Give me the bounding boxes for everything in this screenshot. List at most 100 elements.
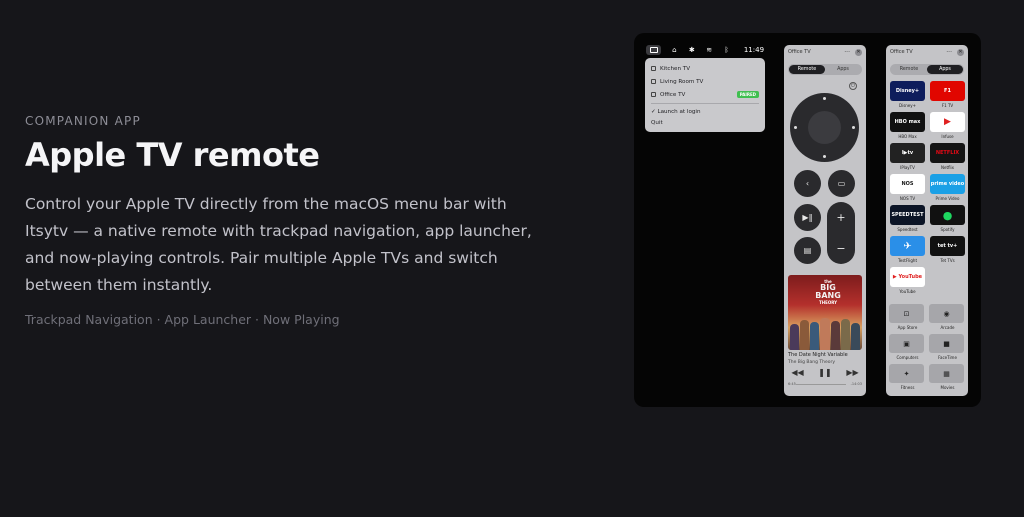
now-playing-title: The Date Night Variable [788,352,848,358]
app-label: Tet TVs [940,258,955,263]
dpad-right-icon [852,126,855,129]
pause-icon[interactable]: ❚❚ [818,368,831,377]
menubar-clock: 11:49 [743,46,765,54]
playback-controls: ◀◀ ❚❚ ▶▶ [784,368,866,377]
now-playing-subtitle: The Big Bang Theory [788,360,836,365]
app-tile-speedtest[interactable]: SPEEDTEST Speedtest [889,205,926,232]
tv-icon [651,92,656,97]
close-icon[interactable]: ✕ [855,48,862,56]
volume-down-button[interactable]: − [836,242,845,255]
app-tile-iplaytv[interactable]: I▶tv IPlayTV [889,143,926,170]
app-tile-prime-video[interactable]: prime video Prime Video [929,174,966,201]
more-icon[interactable]: ··· [844,49,850,56]
tab-apps[interactable]: Apps [825,65,861,74]
description: Control your Apple TV directly from the … [25,195,532,294]
youtube-logo: ▶ YouTube [890,267,925,287]
power-icon[interactable]: ⏻ [849,82,857,90]
device-label: Living Room TV [660,78,704,85]
app-tile-disney-[interactable]: Disney+ Disney+ [889,81,926,108]
close-icon[interactable]: ✕ [957,48,964,56]
volume-rocker: + − [827,202,855,264]
device-item-kitchen[interactable]: Kitchen TV [651,62,759,75]
rewind-icon[interactable]: ◀◀ [791,368,803,377]
app-label: FaceTime [938,355,957,360]
launch-at-login-item[interactable]: ✓ Launch at login [651,106,759,117]
device-label: Office TV [660,91,686,98]
tv-icon [651,66,656,71]
playback-times: 6:45 -14:03 [788,382,862,386]
tv-icon[interactable] [646,45,662,55]
app-label: Netflix [940,165,955,170]
system-app-app-store[interactable]: ⊡ App Store [889,304,926,330]
gamepad-icon: ◉ [929,304,964,323]
app-tile-tet-tvs[interactable]: tet tv+ Tet TVs [929,236,966,263]
menu-divider [651,103,759,104]
iplaytv-logo: I▶tv [890,143,925,163]
trackpad[interactable] [790,93,859,162]
app-tile-netflix[interactable]: NETFLIX Netflix [929,143,966,170]
macos-menubar: ⌂ ✱ ≋ ᛒ 11:49 [646,44,764,56]
device-item-office[interactable]: Office TV PAIRED [651,88,759,101]
system-app-movies[interactable]: ▦ Movies [929,364,966,390]
now-playing-artwork: the BIG BANG THEORY [788,275,862,350]
keyboard-button[interactable]: ▤ [794,237,821,264]
panel-title: Office TV [788,49,811,55]
app-tile-youtube[interactable]: ▶ YouTube YouTube [889,267,926,294]
bluetooth-icon[interactable]: ᛒ [722,46,730,55]
cast-photo [790,316,860,350]
app-label: Speedtest [897,227,918,232]
hbo-max-logo: HBO max [890,112,925,132]
system-app-fitness[interactable]: ✦ Fitness [889,364,926,390]
device-item-living-room[interactable]: Living Room TV [651,75,759,88]
app-label: IPlayTV [900,165,915,170]
app-label: HBO Max [898,134,917,139]
infuse-logo: ▶ [930,112,965,132]
app-label: NOS TV [899,196,916,201]
tab-remote[interactable]: Remote [789,65,825,74]
back-button[interactable]: ‹ [794,170,821,197]
trackpad-select[interactable] [808,111,841,144]
film-icon: ▦ [929,364,964,383]
app-label: Movies [940,385,955,390]
play-pause-button[interactable]: ▶‖ [794,204,821,231]
tab-remote[interactable]: Remote [891,65,927,74]
system-app-computers[interactable]: ▣ Computers [889,334,926,360]
feature-list: Trackpad Navigation · App Launcher · Now… [25,312,340,327]
volume-up-button[interactable]: + [836,211,845,224]
show-logo: the BIG BANG THEORY [815,279,841,305]
tab-apps[interactable]: Apps [927,65,963,74]
app-label: App Store [897,325,918,330]
speedtest-logo: SPEEDTEST [890,205,925,225]
tet-tvs-logo: tet tv+ [930,236,965,256]
quit-item[interactable]: Quit [651,117,759,128]
home-icon[interactable]: ⌂ [670,46,678,55]
system-app-arcade[interactable]: ◉ Arcade [929,304,966,330]
wifi-icon[interactable]: ≋ [705,46,713,55]
app-label: Fitness [900,385,915,390]
tab-switcher: Remote Apps [788,64,862,75]
panel-header: Office TV ··· ✕ [886,45,968,59]
app-label: Prime Video [935,196,960,201]
app-tile-spotify[interactable]: ● Spotify [929,205,966,232]
launch-at-login-label: Launch at login [657,108,701,115]
more-icon[interactable]: ··· [946,49,952,56]
spotify-logo: ● [930,205,965,225]
tv-icon [651,79,656,84]
dpad-up-icon [823,97,826,100]
app-tile-hbo-max[interactable]: HBO max HBO Max [889,112,926,139]
system-app-facetime[interactable]: ■ FaceTime [929,334,966,360]
system-app-grid: ⊡ App Store ◉ Arcade ▣ Computers ■ FaceTime ✦ Fit… [889,304,965,390]
app-tile-testflight[interactable]: ✈ TestFlight [889,236,926,263]
control-center-icon[interactable]: ✱ [688,46,696,55]
app-tile-infuse[interactable]: ▶ Infuse [929,112,966,139]
app-label: TestFlight [897,258,918,263]
tv-icon: ▭ [837,179,846,188]
fast-forward-icon[interactable]: ▶▶ [846,368,858,377]
app-tile-nos-tv[interactable]: NOS NOS TV [889,174,926,201]
app-tile-f1-tv[interactable]: F1 F1 TV [929,81,966,108]
tv-home-button[interactable]: ▭ [828,170,855,197]
bag-icon: ⊡ [889,304,924,323]
app-label: YouTube [899,289,916,294]
video-camera-icon: ■ [929,334,964,353]
app-label: F1 TV [941,103,954,108]
